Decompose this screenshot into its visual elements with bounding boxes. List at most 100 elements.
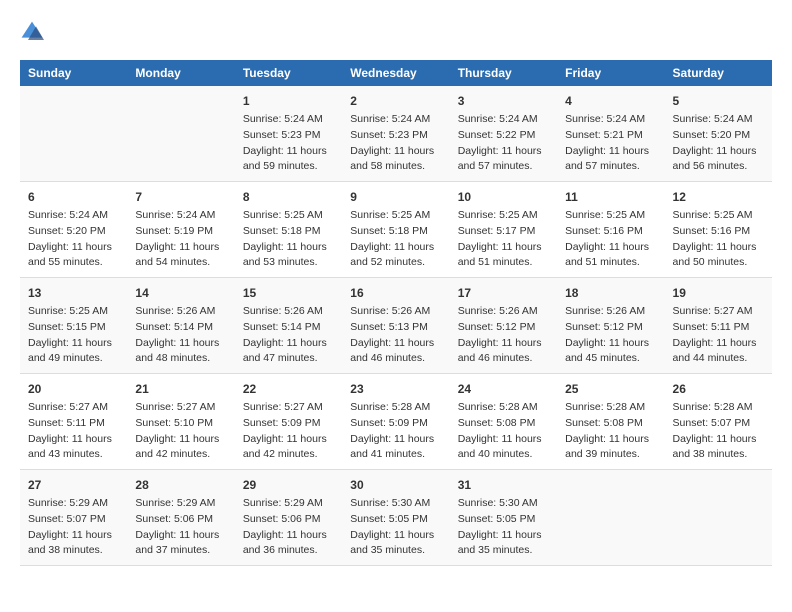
day-number: 18 [565,284,656,302]
calendar-cell [20,86,127,182]
day-number: 6 [28,188,119,206]
week-row-5: 27 Sunrise: 5:29 AMSunset: 5:07 PMDayligh… [20,470,772,566]
day-number: 7 [135,188,226,206]
day-number: 21 [135,380,226,398]
day-info: Sunrise: 5:24 AMSunset: 5:19 PMDaylight:… [135,208,226,271]
day-number: 25 [565,380,656,398]
calendar-cell: 6 Sunrise: 5:24 AMSunset: 5:20 PMDaylight… [20,182,127,278]
day-info: Sunrise: 5:26 AMSunset: 5:14 PMDaylight:… [135,304,226,367]
day-number: 28 [135,476,226,494]
calendar-cell: 20 Sunrise: 5:27 AMSunset: 5:11 PMDayligh… [20,374,127,470]
day-info: Sunrise: 5:25 AMSunset: 5:18 PMDaylight:… [350,208,441,271]
day-info: Sunrise: 5:25 AMSunset: 5:16 PMDaylight:… [673,208,764,271]
calendar-cell: 24Sunrise: 5:28 AMSunset: 5:08 PMDayligh… [450,374,557,470]
calendar-cell: 29 Sunrise: 5:29 AMSunset: 5:06 PMDayligh… [235,470,342,566]
calendar-cell: 15Sunrise: 5:26 AMSunset: 5:14 PMDayligh… [235,278,342,374]
day-number: 27 [28,476,119,494]
calendar-cell: 4 Sunrise: 5:24 AMSunset: 5:21 PMDaylight… [557,86,664,182]
day-number: 26 [673,380,764,398]
day-info: Sunrise: 5:29 AMSunset: 5:06 PMDaylight:… [135,496,226,559]
day-number: 10 [458,188,549,206]
calendar-cell: 13 Sunrise: 5:25 AMSunset: 5:15 PMDayligh… [20,278,127,374]
day-info: Sunrise: 5:27 AMSunset: 5:11 PMDaylight:… [673,304,764,367]
calendar-cell: 5 Sunrise: 5:24 AMSunset: 5:20 PMDaylight… [665,86,772,182]
calendar-cell: 22 Sunrise: 5:27 AMSunset: 5:09 PMDayligh… [235,374,342,470]
day-number: 4 [565,92,656,110]
day-number: 20 [28,380,119,398]
calendar-cell: 28 Sunrise: 5:29 AMSunset: 5:06 PMDayligh… [127,470,234,566]
day-info: Sunrise: 5:26 AMSunset: 5:13 PMDaylight:… [350,304,441,367]
day-number: 5 [673,92,764,110]
day-info: Sunrise: 5:30 AMSunset: 5:05 PMDaylight:… [350,496,441,559]
column-header-saturday: Saturday [665,60,772,86]
day-number: 31 [458,476,549,494]
day-info: Sunrise: 5:29 AMSunset: 5:06 PMDaylight:… [243,496,334,559]
logo-icon [20,20,44,44]
day-number: 23 [350,380,441,398]
day-number: 11 [565,188,656,206]
day-number: 19 [673,284,764,302]
week-row-3: 13 Sunrise: 5:25 AMSunset: 5:15 PMDayligh… [20,278,772,374]
day-info: Sunrise: 5:24 AMSunset: 5:20 PMDaylight:… [673,112,764,175]
day-info: Sunrise: 5:26 AMSunset: 5:14 PMDaylight:… [243,304,334,367]
day-number: 17 [458,284,549,302]
day-info: Sunrise: 5:24 AMSunset: 5:20 PMDaylight:… [28,208,119,271]
day-number: 1 [243,92,334,110]
day-number: 16 [350,284,441,302]
calendar-cell: 23 Sunrise: 5:28 AMSunset: 5:09 PMDayligh… [342,374,449,470]
day-info: Sunrise: 5:28 AMSunset: 5:09 PMDaylight:… [350,400,441,463]
calendar-cell [127,86,234,182]
calendar-cell: 8 Sunrise: 5:25 AMSunset: 5:18 PMDaylight… [235,182,342,278]
day-info: Sunrise: 5:25 AMSunset: 5:16 PMDaylight:… [565,208,656,271]
page-header [20,20,772,44]
calendar-cell: 25 Sunrise: 5:28 AMSunset: 5:08 PMDayligh… [557,374,664,470]
day-number: 2 [350,92,441,110]
day-info: Sunrise: 5:28 AMSunset: 5:08 PMDaylight:… [565,400,656,463]
day-number: 14 [135,284,226,302]
day-info: Sunrise: 5:24 AMSunset: 5:23 PMDaylight:… [243,112,334,175]
calendar-cell: 7 Sunrise: 5:24 AMSunset: 5:19 PMDaylight… [127,182,234,278]
day-info: Sunrise: 5:29 AMSunset: 5:07 PMDaylight:… [28,496,119,559]
column-header-friday: Friday [557,60,664,86]
calendar-cell: 3 Sunrise: 5:24 AMSunset: 5:22 PMDaylight… [450,86,557,182]
day-number: 13 [28,284,119,302]
calendar-cell: 18 Sunrise: 5:26 AMSunset: 5:12 PMDayligh… [557,278,664,374]
day-info: Sunrise: 5:30 AMSunset: 5:05 PMDaylight:… [458,496,549,559]
day-number: 29 [243,476,334,494]
calendar-cell: 31 Sunrise: 5:30 AMSunset: 5:05 PMDayligh… [450,470,557,566]
calendar-cell: 26Sunrise: 5:28 AMSunset: 5:07 PMDayligh… [665,374,772,470]
day-info: Sunrise: 5:27 AMSunset: 5:09 PMDaylight:… [243,400,334,463]
day-info: Sunrise: 5:25 AMSunset: 5:18 PMDaylight:… [243,208,334,271]
calendar-cell: 17Sunrise: 5:26 AMSunset: 5:12 PMDayligh… [450,278,557,374]
calendar-cell: 14 Sunrise: 5:26 AMSunset: 5:14 PMDayligh… [127,278,234,374]
day-info: Sunrise: 5:26 AMSunset: 5:12 PMDaylight:… [565,304,656,367]
calendar-cell: 10 Sunrise: 5:25 AMSunset: 5:17 PMDayligh… [450,182,557,278]
column-header-monday: Monday [127,60,234,86]
column-header-wednesday: Wednesday [342,60,449,86]
calendar-cell: 16 Sunrise: 5:26 AMSunset: 5:13 PMDayligh… [342,278,449,374]
day-number: 12 [673,188,764,206]
header-row: SundayMondayTuesdayWednesdayThursdayFrid… [20,60,772,86]
logo [20,20,46,44]
calendar-cell: 27 Sunrise: 5:29 AMSunset: 5:07 PMDayligh… [20,470,127,566]
day-info: Sunrise: 5:25 AMSunset: 5:17 PMDaylight:… [458,208,549,271]
calendar-table: SundayMondayTuesdayWednesdayThursdayFrid… [20,60,772,566]
day-number: 8 [243,188,334,206]
column-header-sunday: Sunday [20,60,127,86]
week-row-4: 20 Sunrise: 5:27 AMSunset: 5:11 PMDayligh… [20,374,772,470]
day-info: Sunrise: 5:24 AMSunset: 5:21 PMDaylight:… [565,112,656,175]
calendar-cell: 19 Sunrise: 5:27 AMSunset: 5:11 PMDayligh… [665,278,772,374]
day-info: Sunrise: 5:25 AMSunset: 5:15 PMDaylight:… [28,304,119,367]
calendar-cell [665,470,772,566]
calendar-cell: 30 Sunrise: 5:30 AMSunset: 5:05 PMDayligh… [342,470,449,566]
day-info: Sunrise: 5:27 AMSunset: 5:10 PMDaylight:… [135,400,226,463]
calendar-cell: 2Sunrise: 5:24 AMSunset: 5:23 PMDaylight… [342,86,449,182]
calendar-cell: 11 Sunrise: 5:25 AMSunset: 5:16 PMDayligh… [557,182,664,278]
day-number: 22 [243,380,334,398]
day-info: Sunrise: 5:24 AMSunset: 5:22 PMDaylight:… [458,112,549,175]
day-number: 30 [350,476,441,494]
calendar-cell: 21 Sunrise: 5:27 AMSunset: 5:10 PMDayligh… [127,374,234,470]
calendar-cell: 1 Sunrise: 5:24 AMSunset: 5:23 PMDaylight… [235,86,342,182]
day-info: Sunrise: 5:27 AMSunset: 5:11 PMDaylight:… [28,400,119,463]
day-number: 3 [458,92,549,110]
